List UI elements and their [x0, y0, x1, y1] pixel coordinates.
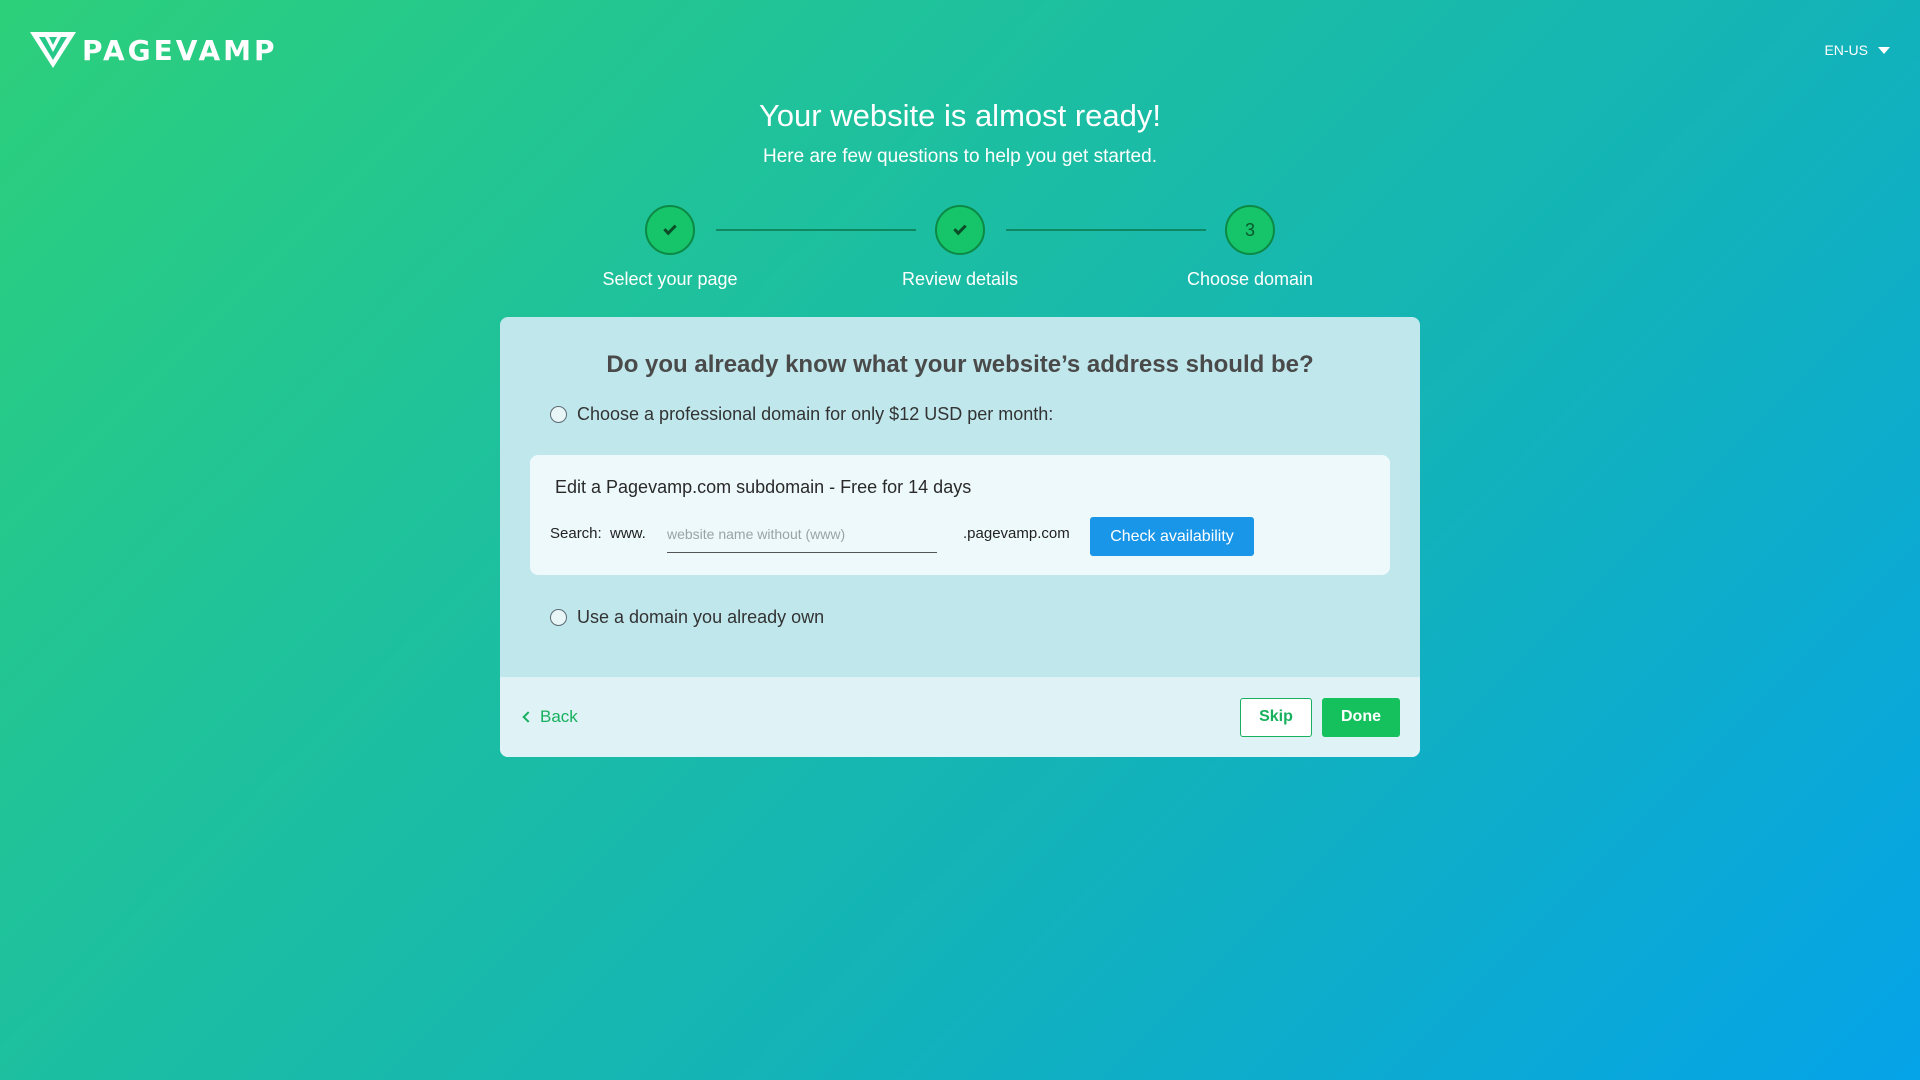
- step-label: Choose domain: [1186, 269, 1314, 289]
- pagevamp-logo[interactable]: PAGEVAMP: [30, 30, 278, 70]
- pagevamp-logo-icon: [30, 32, 76, 68]
- option-professional-domain[interactable]: Choose a professional domain for only $1…: [550, 404, 1053, 425]
- subdomain-panel: Edit a Pagevamp.com subdomain - Free for…: [530, 455, 1390, 575]
- domain-suffix: .pagevamp.com: [963, 525, 1070, 542]
- page-title: Your website is almost ready!: [758, 98, 1162, 133]
- step-review-details: Review details: [880, 205, 1040, 290]
- step-number: 3: [1244, 219, 1255, 240]
- subdomain-title: Edit a Pagevamp.com subdomain - Free for…: [555, 477, 972, 497]
- footer-actions: Skip Done: [1240, 697, 1400, 737]
- domain-card: Do you already know what your website’s …: [500, 317, 1420, 757]
- step-choose-domain: 3 Choose domain: [1170, 205, 1330, 290]
- page-subtitle: Here are few questions to help you get s…: [763, 146, 1157, 167]
- check-availability-button[interactable]: Check availability: [1090, 517, 1254, 556]
- step-label: Select your page: [602, 269, 738, 289]
- www-prefix: www.: [610, 525, 646, 542]
- step-circle-completed: [935, 205, 985, 255]
- page-heading: Your website is almost ready! Here are f…: [0, 98, 1920, 168]
- chevron-left-icon: [522, 711, 534, 723]
- caret-down-icon: [1878, 46, 1890, 54]
- radio-own-domain[interactable]: [550, 609, 567, 626]
- domain-question: Do you already know what your website’s …: [606, 351, 1314, 378]
- step-circle-completed: [645, 205, 695, 255]
- subdomain-input[interactable]: [667, 517, 937, 553]
- done-button[interactable]: Done: [1322, 697, 1400, 737]
- back-button[interactable]: Back: [520, 707, 578, 727]
- option-own-domain[interactable]: Use a domain you already own: [550, 607, 824, 628]
- step-select-page: Select your page: [590, 205, 750, 290]
- progress-stepper: Select your page Review details 3 Choose…: [600, 205, 1340, 295]
- skip-button[interactable]: Skip: [1240, 697, 1312, 737]
- step-label: Review details: [901, 269, 1019, 289]
- step-circle-current: 3: [1225, 205, 1275, 255]
- search-label: Search:: [550, 525, 602, 542]
- check-icon: [953, 221, 967, 236]
- option-professional-label: Choose a professional domain for only $1…: [577, 404, 1054, 424]
- language-label: EN-US: [1824, 42, 1868, 58]
- check-icon: [663, 221, 677, 236]
- language-selector[interactable]: EN-US: [1824, 42, 1890, 58]
- radio-professional-domain[interactable]: [550, 406, 567, 423]
- logo-text: PAGEVAMP: [82, 33, 278, 67]
- back-label: Back: [540, 707, 578, 726]
- card-footer: Back Skip Done: [500, 677, 1420, 757]
- option-own-label: Use a domain you already own: [577, 607, 825, 627]
